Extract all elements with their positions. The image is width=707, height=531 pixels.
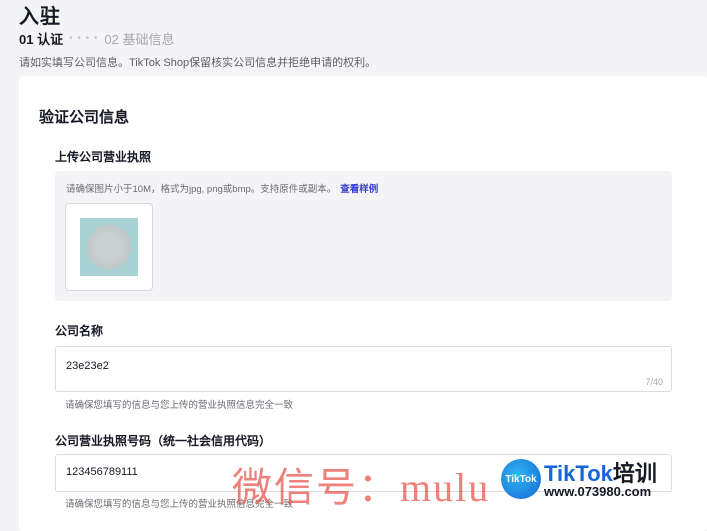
card-title: 验证公司信息 (39, 109, 130, 126)
uploaded-image-thumbnail[interactable] (65, 203, 153, 291)
license-number-label: 公司营业执照号码（统一社会信用代码） (55, 434, 272, 448)
stepper: 01 认证 • • • • 02 基础信息 (19, 29, 175, 48)
watermark-brand-en: TikTok (544, 461, 613, 486)
step-separator: • • • • (69, 33, 99, 44)
company-name-value: 23e23e2 (66, 360, 109, 372)
step-2: 02 基础信息 (104, 32, 175, 47)
upload-label: 上传公司营业执照 (55, 150, 152, 164)
watermark-brand-cn: 培训 (612, 461, 657, 486)
intro-text: 请如实填写公司信息。TikTok Shop保留核实公司信息并拒绝申请的权利。 (19, 57, 377, 69)
watermark-url: www.073980.com (544, 484, 652, 499)
company-name-input[interactable]: 23e23e2 7/40 (55, 346, 672, 392)
company-name-help: 请确保您填写的信息与您上传的营业执照信息完全一致 (65, 400, 294, 411)
upload-hint: 请确保图片小于10M，格式为jpg, png或bmp。支持原件或副本。 查看样例 (66, 181, 378, 195)
view-sample-link[interactable]: 查看样例 (340, 184, 378, 195)
watermark-text: 微信号：mulu (232, 465, 491, 510)
license-number-value: 123456789111 (66, 466, 138, 478)
upload-hint-text: 请确保图片小于10M，格式为jpg, png或bmp。支持原件或副本。 (66, 184, 337, 195)
company-name-label: 公司名称 (55, 324, 104, 338)
char-counter: 7/40 (645, 377, 663, 387)
page-title: 入驻 (19, 6, 61, 28)
upload-area[interactable]: 请确保图片小于10M，格式为jpg, png或bmp。支持原件或副本。 查看样例 (55, 171, 672, 301)
license-image (80, 218, 138, 276)
tiktok-logo-icon: TikTok (501, 459, 541, 499)
step-1: 01 认证 (19, 32, 64, 47)
